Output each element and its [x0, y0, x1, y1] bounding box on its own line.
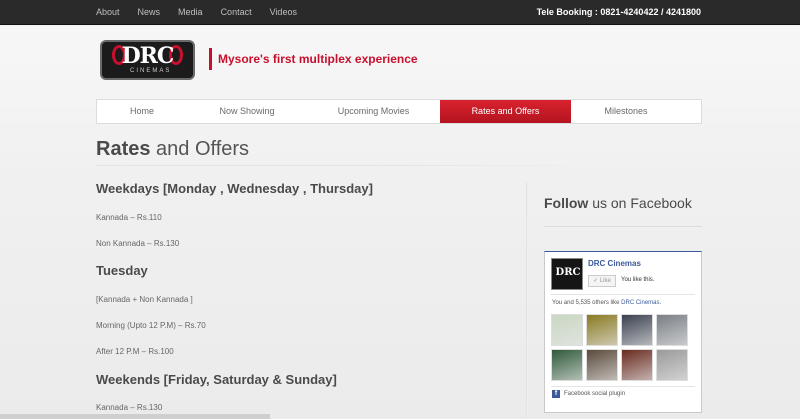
follow-title: Follow us on Facebook — [544, 195, 692, 211]
page-title-rest: and Offers — [150, 138, 250, 160]
tuesday-morning-rate: Morning (Upto 12 P.M) – Rs.70 — [96, 321, 206, 330]
page-title-strong: Rates — [96, 138, 151, 160]
top-link-videos[interactable]: Videos — [270, 7, 297, 17]
horizontal-scrollbar[interactable] — [0, 414, 270, 419]
nav-item-milestones[interactable]: Milestones — [571, 100, 681, 123]
nav-item-now-showing[interactable]: Now Showing — [187, 100, 307, 123]
logo-text: DRC — [121, 43, 175, 69]
top-link-contact[interactable]: Contact — [221, 7, 252, 17]
fb-fan-avatar[interactable] — [586, 349, 618, 381]
fb-count-prefix: You and 5,535 others like — [552, 300, 622, 306]
fb-like-count: You and 5,535 others like DRC Cinemas. — [552, 300, 661, 306]
tuesday-heading: Tuesday — [96, 263, 148, 278]
tuesday-after-rate: After 12 P.M – Rs.100 — [96, 347, 174, 356]
fb-fan-avatar[interactable] — [551, 349, 583, 381]
main-nav: Home Now Showing Upcoming Movies Rates a… — [96, 99, 702, 124]
top-nav: About News Media Contact Videos — [96, 7, 315, 17]
follow-title-strong: Follow — [544, 195, 589, 211]
fb-count-link[interactable]: DRC Cinemas. — [621, 300, 661, 306]
weekends-heading: Weekends [Friday, Saturday & Sunday] — [96, 372, 337, 387]
page-title: Rates and Offers — [96, 138, 249, 161]
weekdays-kannada-rate: Kannada – Rs.110 — [96, 213, 162, 222]
fb-fan-avatar[interactable] — [656, 314, 688, 346]
nav-item-rates-and-offers[interactable]: Rates and Offers — [440, 100, 571, 123]
tele-booking: Tele Booking : 0821-4240422 / 4241800 — [536, 7, 701, 17]
fb-social-plugin[interactable]: f Facebook social plugin — [552, 390, 625, 398]
top-link-news[interactable]: News — [138, 7, 161, 17]
facebook-like-box: DRC DRC Cinemas ✓ Like You like this. Yo… — [544, 251, 702, 413]
fb-thumbnail-logo: DRC — [555, 267, 581, 278]
nav-item-upcoming-movies[interactable]: Upcoming Movies — [307, 100, 440, 123]
fb-fan-avatar[interactable] — [621, 349, 653, 381]
weekends-kannada-rate: Kannada – Rs.130 — [96, 403, 163, 412]
fb-fan-avatar[interactable] — [551, 314, 583, 346]
top-bar: About News Media Contact Videos Tele Boo… — [0, 0, 800, 25]
fb-divider-bottom — [551, 386, 695, 387]
fb-plugin-label: Facebook social plugin — [564, 391, 626, 397]
fb-divider — [551, 294, 695, 295]
title-divider — [96, 165, 606, 166]
fb-fan-avatar[interactable] — [656, 349, 688, 381]
thumbs-up-icon: ✓ — [593, 278, 600, 284]
nav-item-home[interactable]: Home — [97, 100, 187, 123]
site-logo[interactable]: DRC CINEMAS — [100, 40, 195, 80]
fb-faces-grid — [551, 314, 695, 381]
sidebar-divider — [526, 182, 528, 419]
top-link-about[interactable]: About — [96, 7, 120, 17]
fb-you-like-text: You like this. — [621, 277, 655, 283]
tuesday-note: [Kannada + Non Kannada ] — [96, 295, 193, 304]
weekdays-heading: Weekdays [Monday , Wednesday , Thursday] — [96, 181, 373, 196]
fb-like-label: Like — [599, 278, 611, 284]
logo-subtext: CINEMAS — [130, 68, 172, 74]
site-tagline: Mysore's first multiplex experience — [218, 52, 418, 66]
fb-page-name[interactable]: DRC Cinemas — [588, 259, 641, 268]
top-link-media[interactable]: Media — [178, 7, 203, 17]
fb-page-thumbnail[interactable]: DRC — [551, 258, 583, 290]
tagline-divider — [209, 48, 212, 70]
weekdays-non-kannada-rate: Non Kannada – Rs.130 — [96, 239, 180, 248]
fb-like-button[interactable]: ✓ Like — [588, 275, 616, 287]
fb-fan-avatar[interactable] — [621, 314, 653, 346]
fb-fan-avatar[interactable] — [586, 314, 618, 346]
follow-title-rest: us on Facebook — [588, 195, 692, 211]
follow-divider — [544, 226, 702, 227]
facebook-icon: f — [552, 390, 560, 398]
